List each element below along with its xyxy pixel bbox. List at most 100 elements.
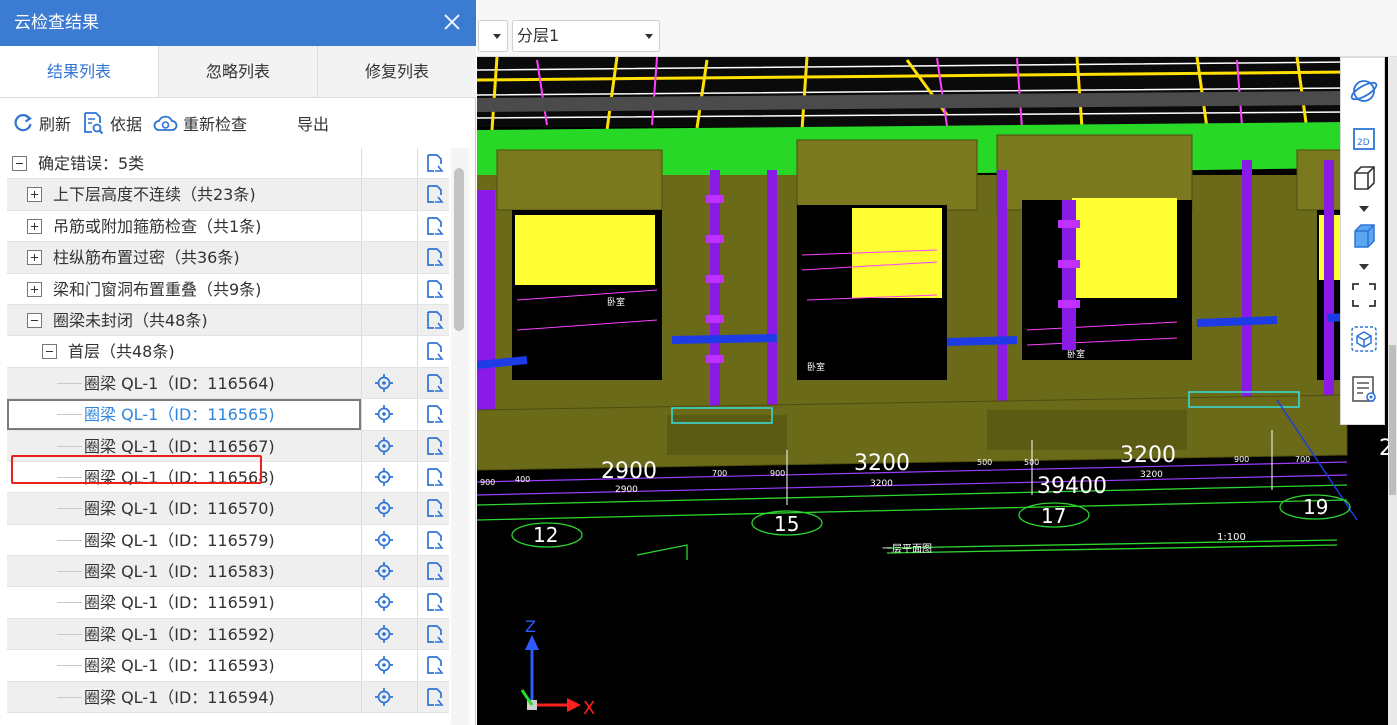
report-icon[interactable]: [425, 655, 445, 675]
tree-item-row[interactable]: 圈梁 QL-1（ID：116570): [7, 493, 449, 525]
tree-item-row[interactable]: 圈梁 QL-1（ID：116593): [7, 650, 449, 682]
tree-category-row[interactable]: 上下层高度不连续（共23条): [7, 179, 449, 211]
tree-item-row-selected[interactable]: 圈梁 QL-1（ID：116565): [7, 399, 449, 431]
tree-category-row[interactable]: 柱纵筋布置过密（共36条): [7, 242, 449, 274]
floor-select[interactable]: [478, 20, 508, 52]
chevron-down-icon[interactable]: [1359, 206, 1369, 212]
view-2d-icon[interactable]: 2D: [1349, 124, 1379, 154]
report-icon[interactable]: [425, 153, 445, 173]
locate-icon[interactable]: [374, 436, 394, 456]
panel-title: 云检查结果: [14, 13, 99, 33]
collapse-icon[interactable]: [12, 156, 27, 171]
dim-seg: 900: [480, 478, 495, 487]
tree-category-row-ring-beam[interactable]: 圈梁未封闭（共48条): [7, 304, 449, 337]
tree-item-row[interactable]: 圈梁 QL-1（ID：116594): [7, 681, 449, 714]
expand-icon[interactable]: [27, 218, 42, 234]
report-icon[interactable]: [425, 279, 445, 299]
room-label: 卧室: [807, 361, 825, 373]
report-icon[interactable]: [425, 184, 445, 204]
axis-gizmo: Z X: [520, 617, 595, 719]
dim-39400: 39400: [1037, 474, 1107, 499]
result-tree: 确定错误：5类 上下层高度不连续（共23条) 吊筋或附加箍筋检查（共1条) 柱纵…: [7, 148, 449, 725]
tree-root-row[interactable]: 确定错误：5类: [7, 148, 449, 180]
expand-icon[interactable]: [27, 250, 42, 266]
report-icon[interactable]: [425, 498, 445, 518]
recheck-button[interactable]: 重新检查: [152, 111, 247, 135]
tree-item-row[interactable]: 圈梁 QL-1（ID：116564): [7, 367, 449, 400]
dim-seg: 500: [1024, 458, 1039, 467]
item-label: 圈梁 QL-1（ID：116592): [84, 624, 275, 644]
item-label: 圈梁 QL-1（ID：116579): [84, 530, 275, 550]
tab-ignore-list[interactable]: 忽略列表: [159, 46, 318, 97]
dim-seg: 900: [770, 469, 785, 478]
viewport-scroll-thumb[interactable]: [1389, 345, 1396, 495]
plan-title: 一层平面图: [882, 543, 932, 555]
tree-item-row[interactable]: 圈梁 QL-1（ID：116591): [7, 587, 449, 619]
panel-toolbar: 刷新 依据 重新检查 导出: [0, 98, 476, 148]
tree-item-row[interactable]: 圈梁 QL-1（ID：116579): [7, 524, 449, 557]
tab-result-list[interactable]: 结果列表: [0, 46, 159, 97]
locate-icon[interactable]: [374, 373, 394, 393]
tab-repair-list[interactable]: 修复列表: [318, 46, 476, 97]
view-3d-solid-icon[interactable]: [1349, 221, 1379, 251]
fullscreen-icon[interactable]: [1349, 280, 1379, 310]
basis-button[interactable]: 依据: [81, 111, 142, 135]
refresh-icon: [14, 114, 32, 132]
report-icon[interactable]: [425, 687, 445, 707]
expand-icon[interactable]: [27, 281, 42, 297]
tree-root-label: 确定错误：5类: [38, 154, 145, 173]
locate-icon[interactable]: [374, 404, 394, 424]
dim-2900: 2900: [601, 459, 657, 484]
report-icon[interactable]: [425, 216, 445, 236]
report-icon[interactable]: [425, 404, 445, 424]
tree-category-row[interactable]: 梁和门窗洞布置重叠（共9条): [7, 273, 449, 305]
view-list-icon[interactable]: [1349, 374, 1379, 404]
locate-icon[interactable]: [374, 687, 394, 707]
view-toolbar: 2D: [1340, 57, 1385, 425]
tree-item-row[interactable]: 圈梁 QL-1（ID：116592): [7, 618, 449, 651]
tree-item-row[interactable]: 圈梁 QL-1（ID：116583): [7, 556, 449, 588]
expand-icon[interactable]: [27, 187, 42, 203]
locate-icon[interactable]: [374, 467, 394, 487]
report-icon[interactable]: [425, 310, 445, 330]
export-button[interactable]: 导出: [297, 111, 329, 135]
category-label: 圈梁未封闭（共48条): [53, 310, 208, 330]
close-icon[interactable]: [440, 10, 464, 34]
report-icon[interactable]: [425, 436, 445, 456]
dim-seg: 700: [1295, 455, 1310, 464]
locate-icon[interactable]: [374, 530, 394, 550]
item-label: 圈梁 QL-1（ID：116593): [84, 656, 275, 676]
highlight-box: [11, 455, 262, 484]
dim-3200-small-b: 3200: [1140, 470, 1163, 480]
report-icon[interactable]: [425, 530, 445, 550]
orbit-icon[interactable]: [1349, 76, 1379, 106]
locate-icon[interactable]: [374, 655, 394, 675]
model-viewport[interactable]: 卧室 卧室 卧室 2900 3200 3200 39400 2900 3200 …: [477, 0, 1397, 725]
dim-seg: 400: [515, 475, 530, 484]
locate-icon[interactable]: [374, 592, 394, 612]
locate-icon[interactable]: [374, 561, 394, 581]
document-search-icon: [84, 112, 104, 135]
report-icon[interactable]: [425, 341, 445, 361]
collapse-icon[interactable]: [42, 344, 57, 360]
layer-select[interactable]: 分层1: [512, 20, 660, 52]
dim-3200-small-a: 3200: [870, 479, 893, 489]
tree-scroll-thumb[interactable]: [454, 168, 464, 331]
report-icon[interactable]: [425, 373, 445, 393]
locate-icon[interactable]: [374, 624, 394, 644]
report-icon[interactable]: [425, 561, 445, 581]
report-icon[interactable]: [425, 624, 445, 644]
report-icon[interactable]: [425, 592, 445, 612]
tree-floor-row[interactable]: 首层（共48条): [7, 336, 449, 368]
report-icon[interactable]: [425, 247, 445, 267]
isolate-view-icon[interactable]: [1349, 324, 1379, 354]
report-icon[interactable]: [425, 467, 445, 487]
collapse-icon[interactable]: [27, 312, 42, 328]
axis-19: 19: [1303, 495, 1328, 519]
basis-label: 依据: [110, 115, 143, 134]
view-3d-wire-icon[interactable]: [1349, 163, 1379, 193]
locate-icon[interactable]: [374, 498, 394, 518]
tree-category-row[interactable]: 吊筋或附加箍筋检查（共1条): [7, 210, 449, 243]
refresh-button[interactable]: 刷新: [12, 111, 71, 135]
chevron-down-icon[interactable]: [1359, 264, 1369, 270]
